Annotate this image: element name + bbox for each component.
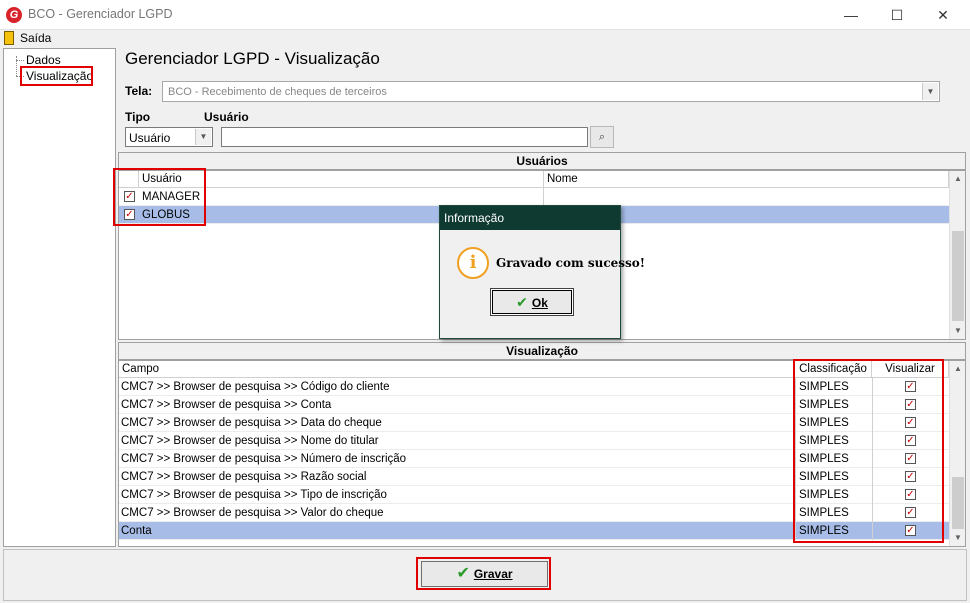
usuario-input[interactable] (221, 127, 588, 147)
page-title: Gerenciador LGPD - Visualização (125, 49, 380, 68)
tree-item-dados[interactable]: Dados (26, 53, 61, 67)
navigation-tree (3, 48, 116, 547)
column-divider (543, 188, 544, 206)
campo-cell: Conta (121, 525, 152, 537)
highlight-box (113, 168, 206, 226)
ok-button[interactable]: ✔ Ok (490, 288, 574, 316)
vertical-scrollbar[interactable]: ▲ ▼ (949, 361, 965, 546)
campo-cell: CMC7 >> Browser de pesquisa >> Número de… (121, 453, 407, 465)
tree-connector (16, 60, 24, 61)
window-title: BCO - Gerenciador LGPD (28, 7, 173, 21)
tree-connector (16, 56, 17, 76)
dialog-title: Informação (440, 206, 620, 230)
table-row[interactable]: ✓ MANAGER (119, 188, 949, 206)
ok-button-label: Ok (531, 296, 548, 310)
scroll-up-icon[interactable]: ▲ (950, 361, 966, 377)
chevron-down-icon[interactable]: ▼ (195, 129, 211, 145)
scrollbar-thumb[interactable] (952, 477, 964, 529)
column-header-campo[interactable]: Campo (119, 361, 795, 378)
exit-door-icon[interactable] (4, 31, 14, 45)
highlight-box (793, 359, 944, 543)
scrollbar-thumb[interactable] (952, 231, 964, 321)
tela-label: Tela: (125, 84, 153, 98)
visualizacao-panel-title: Visualização (118, 342, 966, 360)
highlight-box (20, 66, 93, 86)
campo-cell: CMC7 >> Browser de pesquisa >> Valor do … (121, 507, 384, 519)
close-button[interactable]: ✕ (920, 0, 966, 30)
binoculars-search-icon[interactable]: ⌕ (590, 126, 614, 148)
dialog-message: Gravado com sucesso! (496, 256, 646, 270)
column-header-nome[interactable]: Nome (544, 171, 949, 188)
chevron-down-icon[interactable]: ▼ (922, 83, 938, 100)
vertical-scrollbar[interactable]: ▲ ▼ (949, 171, 965, 339)
campo-cell: CMC7 >> Browser de pesquisa >> Data do c… (121, 417, 382, 429)
check-icon: ✔ (516, 294, 528, 310)
maximize-button[interactable]: ☐ (874, 0, 920, 30)
usuario-label: Usuário (204, 110, 249, 124)
scroll-down-icon[interactable]: ▼ (950, 530, 966, 546)
highlight-box (416, 557, 551, 590)
tipo-value: Usuário (129, 131, 171, 145)
users-panel-title: Usuários (118, 152, 966, 170)
minimize-button[interactable]: — (828, 0, 874, 30)
menu-item-exit[interactable]: Saída (20, 31, 51, 45)
campo-cell: CMC7 >> Browser de pesquisa >> Conta (121, 399, 332, 411)
app-logo-icon: G (6, 7, 22, 23)
scroll-down-icon[interactable]: ▼ (950, 323, 966, 339)
campo-cell: CMC7 >> Browser de pesquisa >> Razão soc… (121, 471, 367, 483)
campo-cell: CMC7 >> Browser de pesquisa >> Nome do t… (121, 435, 379, 447)
info-icon: i (457, 247, 489, 279)
tela-value: BCO - Recebimento de cheques de terceiro… (168, 86, 387, 98)
menu-bar (0, 30, 970, 47)
campo-cell: CMC7 >> Browser de pesquisa >> Tipo de i… (121, 489, 387, 501)
scroll-up-icon[interactable]: ▲ (950, 171, 966, 187)
tipo-label: Tipo (125, 110, 151, 124)
campo-cell: CMC7 >> Browser de pesquisa >> Código do… (121, 381, 390, 393)
